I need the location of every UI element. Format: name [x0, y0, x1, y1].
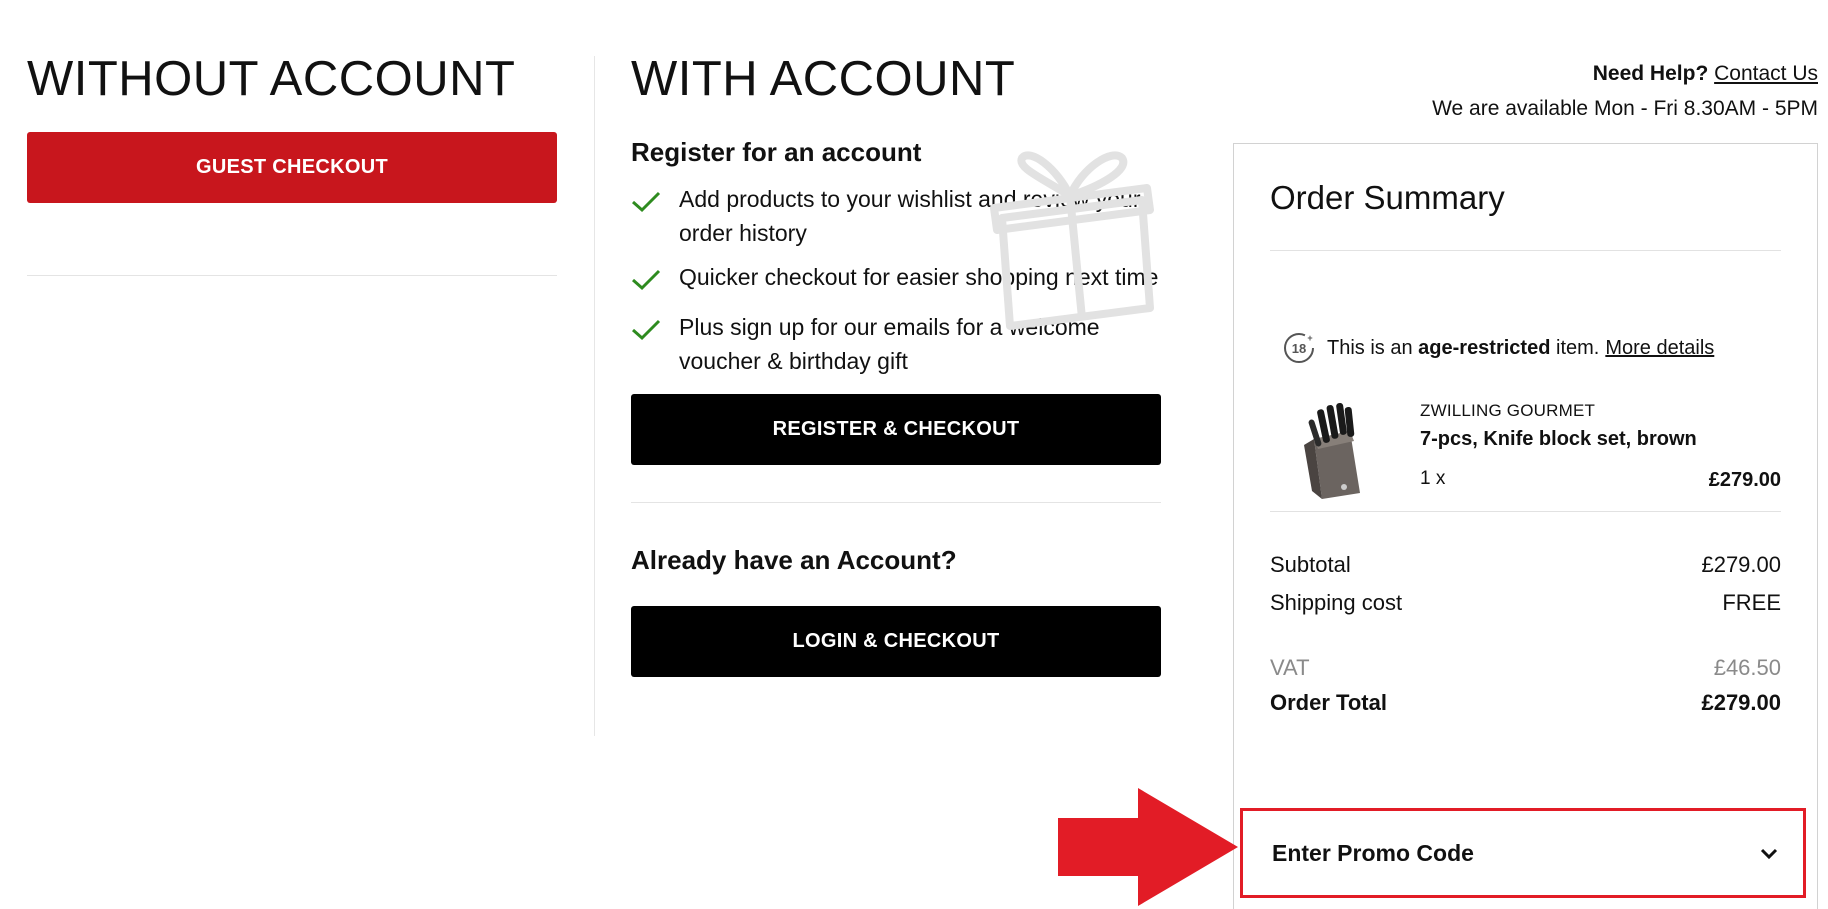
need-help-label: Need Help?: [1592, 62, 1709, 85]
subtotal-label: Subtotal: [1270, 552, 1351, 577]
help-info: Need Help? Contact Us We are available M…: [1432, 62, 1818, 121]
column-divider: [594, 56, 595, 736]
divider: [1270, 511, 1781, 512]
vat-label: VAT: [1270, 655, 1310, 680]
register-checkout-button[interactable]: REGISTER & CHECKOUT: [631, 394, 1161, 465]
subtotal-value: £279.00: [1701, 552, 1781, 577]
guest-section: WITHOUT ACCOUNT GUEST CHECKOUT: [27, 55, 557, 276]
chevron-down-icon: [1760, 848, 1778, 860]
product-name[interactable]: 7-pcs, Knife block set, brown: [1420, 428, 1697, 451]
age-notice-bold: age-restricted: [1418, 336, 1551, 359]
shipping-value: FREE: [1722, 590, 1781, 615]
promo-code-toggle[interactable]: Enter Promo Code: [1240, 808, 1806, 898]
order-total-label: Order Total: [1270, 690, 1387, 715]
svg-text:+: +: [1307, 333, 1312, 343]
order-summary-panel: Order Summary 18 + This is an age-restri…: [1233, 143, 1818, 909]
subtotal-row: Subtotal £279.00: [1270, 552, 1781, 578]
availability-text: We are available Mon - Fri 8.30AM - 5PM: [1432, 97, 1818, 120]
knife-block-image: [1304, 402, 1360, 499]
existing-account-heading: Already have an Account?: [631, 545, 957, 575]
check-icon: [631, 260, 679, 300]
age-18-icon: 18 +: [1284, 333, 1314, 363]
vat-row: VAT £46.50: [1270, 655, 1781, 681]
order-summary-title: Order Summary: [1270, 179, 1505, 216]
guest-checkout-button[interactable]: GUEST CHECKOUT: [27, 132, 557, 203]
order-total-row: Order Total £279.00: [1270, 690, 1781, 716]
vat-value: £46.50: [1713, 655, 1781, 680]
cart-item: ZWILLING GOURMET 7-pcs, Knife block set,…: [1270, 401, 1781, 511]
login-checkout-button[interactable]: LOGIN & CHECKOUT: [631, 606, 1161, 677]
without-account-heading: WITHOUT ACCOUNT: [27, 52, 516, 106]
shipping-label: Shipping cost: [1270, 590, 1403, 615]
product-brand: ZWILLING GOURMET: [1420, 401, 1596, 420]
shipping-row: Shipping cost FREE: [1270, 590, 1781, 616]
check-icon: [631, 182, 679, 222]
with-account-heading: WITH ACCOUNT: [631, 52, 1016, 106]
more-details-link[interactable]: More details: [1605, 337, 1714, 360]
svg-text:18: 18: [1292, 341, 1306, 356]
contact-us-link[interactable]: Contact Us: [1714, 62, 1818, 85]
product-quantity: 1 x: [1420, 468, 1446, 489]
divider: [1270, 250, 1781, 251]
arrow-right-icon: [1058, 788, 1238, 906]
age-notice-prefix: This is an: [1327, 336, 1413, 359]
age-notice-suffix: item.: [1556, 336, 1600, 359]
gift-icon: [990, 151, 1154, 330]
product-price: £279.00: [1708, 469, 1781, 491]
divider: [27, 275, 557, 276]
divider: [631, 502, 1161, 503]
check-icon: [631, 310, 679, 350]
order-total-value: £279.00: [1701, 690, 1781, 715]
age-restriction-notice: 18 + This is an age-restricted item. Mor…: [1270, 331, 1781, 365]
help-line: Need Help? Contact Us: [1432, 62, 1818, 86]
promo-code-label: Enter Promo Code: [1272, 839, 1474, 866]
